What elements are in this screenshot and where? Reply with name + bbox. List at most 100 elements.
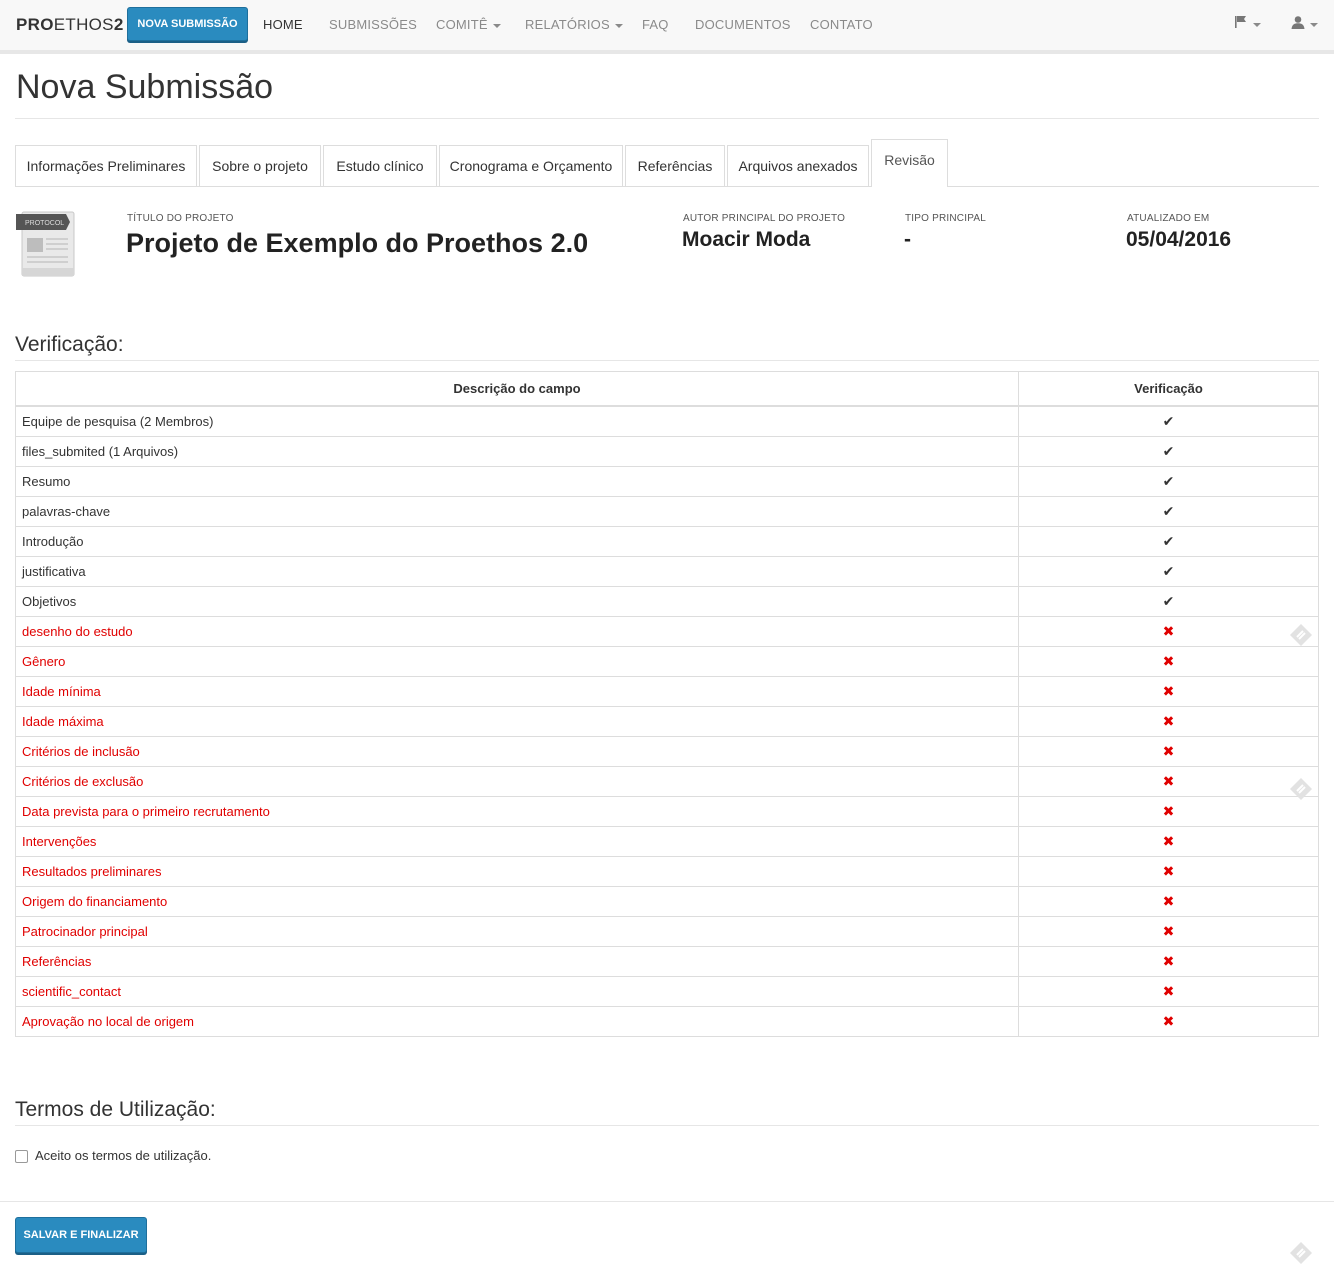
field-description: palavras-chave	[15, 495, 1019, 527]
cross-icon: ✖	[1162, 772, 1175, 789]
field-description: files_submited (1 Arquivos)	[15, 435, 1019, 467]
table-row: Resumo ✔	[15, 465, 1319, 497]
field-description: Equipe de pesquisa (2 Membros)	[15, 405, 1019, 437]
nova-submissao-button[interactable]: NOVA SUBMISSÃO	[127, 7, 248, 41]
verification-cell: ✖	[1018, 825, 1319, 857]
field-description: justificativa	[15, 555, 1019, 587]
verification-table: Descrição do campo Verificação Equipe de…	[15, 371, 1319, 1037]
verification-cell: ✔	[1018, 435, 1319, 467]
nav-faq[interactable]: FAQ	[642, 17, 669, 32]
check-icon: ✔	[1162, 562, 1175, 579]
caret-down-icon	[492, 23, 501, 28]
check-icon: ✔	[1162, 472, 1175, 489]
verification-cell: ✖	[1018, 855, 1319, 887]
author-label: AUTOR PRINCIPAL DO PROJETO	[683, 213, 846, 224]
verification-cell: ✔	[1018, 405, 1319, 437]
nav-home[interactable]: HOME	[263, 17, 303, 32]
tab-estudo-clinico[interactable]: Estudo clínico	[323, 145, 437, 186]
field-description: Patrocinador principal	[15, 915, 1019, 947]
verification-cell: ✖	[1018, 915, 1319, 947]
table-row: files_submited (1 Arquivos) ✔	[15, 435, 1319, 467]
verification-cell: ✖	[1018, 795, 1319, 827]
updated-label: ATUALIZADO EM	[1127, 213, 1210, 224]
updated-value: 05/04/2016	[1126, 228, 1232, 251]
terms-divider	[15, 1125, 1319, 1126]
tab-informacoes-preliminares[interactable]: Informações Preliminares	[15, 145, 197, 186]
accept-terms-checkbox[interactable]	[15, 1150, 28, 1163]
field-description: Data prevista para o primeiro recrutamen…	[15, 795, 1019, 827]
cross-icon: ✖	[1162, 652, 1175, 669]
table-row: Equipe de pesquisa (2 Membros) ✔	[15, 405, 1319, 437]
verification-cell: ✖	[1018, 735, 1319, 767]
verification-cell: ✖	[1018, 945, 1319, 977]
cross-icon: ✖	[1162, 862, 1175, 879]
field-description: scientific_contact	[15, 975, 1019, 1007]
author-value: Moacir Moda	[682, 228, 811, 251]
cross-icon: ✖	[1162, 682, 1175, 699]
tag-icon[interactable]	[1288, 776, 1314, 807]
field-description: Referências	[15, 945, 1019, 977]
table-row: Idade mínima ✖	[15, 675, 1319, 707]
table-row: Critérios de exclusão ✖	[15, 765, 1319, 797]
nav-comite[interactable]: COMITÊ	[436, 17, 501, 32]
tab-arquivos-anexados[interactable]: Arquivos anexados	[727, 145, 869, 186]
table-row: Objetivos ✔	[15, 585, 1319, 617]
tag-icon[interactable]	[1288, 622, 1314, 653]
field-description: desenho do estudo	[15, 615, 1019, 647]
flag-icon	[1235, 16, 1246, 28]
terms-heading: Termos de Utilização:	[15, 1098, 216, 1121]
verification-cell: ✖	[1018, 675, 1319, 707]
table-row: Aprovação no local de origem ✖	[15, 1005, 1319, 1037]
footer-divider	[0, 1201, 1334, 1202]
table-row: Resultados preliminares ✖	[15, 855, 1319, 887]
nav-submissoes[interactable]: SUBMISSÕES	[329, 17, 417, 32]
cross-icon: ✖	[1162, 712, 1175, 729]
tag-icon[interactable]	[1288, 1240, 1314, 1271]
verification-cell: ✖	[1018, 885, 1319, 917]
cross-icon: ✖	[1162, 832, 1175, 849]
tab-referencias[interactable]: Referências	[625, 145, 725, 186]
verification-cell: ✔	[1018, 585, 1319, 617]
accept-terms-label[interactable]: Aceito os termos de utilização.	[35, 1148, 211, 1163]
table-header-row: Descrição do campo Verificação	[15, 371, 1319, 407]
field-description: Critérios de exclusão	[15, 765, 1019, 797]
tab-sobre-o-projeto[interactable]: Sobre o projeto	[199, 145, 321, 186]
caret-down-icon	[1310, 23, 1318, 28]
field-description: Aprovação no local de origem	[15, 1005, 1019, 1037]
language-menu[interactable]	[1234, 15, 1261, 32]
check-icon: ✔	[1162, 532, 1175, 549]
type-value: -	[904, 228, 911, 251]
table-row: scientific_contact ✖	[15, 975, 1319, 1007]
brand-logo[interactable]: PROETHOS2	[16, 15, 124, 35]
user-menu[interactable]	[1291, 15, 1318, 32]
column-header-description: Descrição do campo	[15, 371, 1019, 407]
field-description: Idade máxima	[15, 705, 1019, 737]
table-row: Patrocinador principal ✖	[15, 915, 1319, 947]
protocol-document-icon: PROTOCOL	[16, 208, 76, 283]
field-description: Introdução	[15, 525, 1019, 557]
nav-contato[interactable]: CONTATO	[810, 17, 873, 32]
tab-cronograma-e-orcamento[interactable]: Cronograma e Orçamento	[439, 145, 623, 186]
verification-cell: ✖	[1018, 765, 1319, 797]
tabs-bottom-border	[15, 186, 1319, 187]
field-description: Resultados preliminares	[15, 855, 1019, 887]
tab-revisao[interactable]: Revisão	[871, 139, 948, 187]
verification-cell: ✖	[1018, 975, 1319, 1007]
field-description: Objetivos	[15, 585, 1019, 617]
cross-icon: ✖	[1162, 1012, 1175, 1029]
table-row: Gênero ✖	[15, 645, 1319, 677]
table-row: Referências ✖	[15, 945, 1319, 977]
nav-relatorios[interactable]: RELATÓRIOS	[525, 17, 623, 32]
navbar: PROETHOS2 NOVA SUBMISSÃO HOME SUBMISSÕES…	[0, 0, 1334, 54]
field-description: Resumo	[15, 465, 1019, 497]
save-and-finish-button[interactable]: SALVAR E FINALIZAR	[15, 1217, 147, 1253]
caret-down-icon	[1253, 23, 1261, 28]
verification-cell: ✔	[1018, 555, 1319, 587]
field-description: Gênero	[15, 645, 1019, 677]
verification-cell: ✖	[1018, 1005, 1319, 1037]
field-description: Critérios de inclusão	[15, 735, 1019, 767]
verification-cell: ✔	[1018, 465, 1319, 497]
table-row: Idade máxima ✖	[15, 705, 1319, 737]
field-description: Intervenções	[15, 825, 1019, 857]
nav-documentos[interactable]: DOCUMENTOS	[695, 17, 791, 32]
